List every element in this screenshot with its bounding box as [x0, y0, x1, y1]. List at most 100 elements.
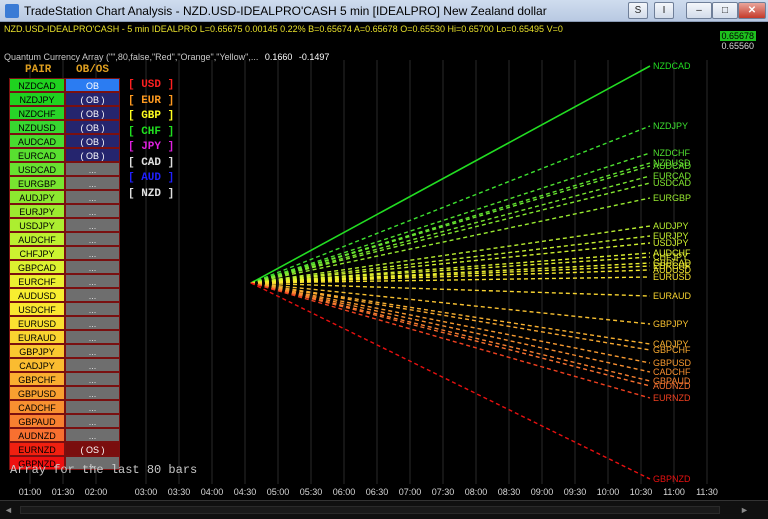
obos-cell: ...: [65, 246, 120, 260]
obos-cell: ...: [65, 428, 120, 442]
minimize-button[interactable]: –: [686, 2, 712, 19]
time-tick-label: 04:30: [233, 487, 257, 497]
table-row: GBPJPY...: [9, 344, 120, 358]
time-tick-label: 05:30: [299, 487, 323, 497]
obos-cell: ...: [65, 162, 120, 176]
obos-cell: ( OB ): [65, 92, 120, 106]
price-scale-label: 0.65560: [720, 41, 756, 51]
time-tick-label: 07:00: [398, 487, 422, 497]
pair-cell: CHFJPY: [9, 246, 65, 260]
scroll-left-button[interactable]: ◄: [4, 505, 14, 515]
time-tick-label: 09:30: [563, 487, 587, 497]
table-row: EURGBP...: [9, 176, 120, 190]
time-tick-label: 04:00: [200, 487, 224, 497]
table-row: AUDCAD( OB ): [9, 134, 120, 148]
series-label: NZDCHF: [653, 148, 690, 158]
series-label: GBPNZD: [653, 474, 691, 484]
obos-cell: ...: [65, 330, 120, 344]
time-tick-label: 08:30: [497, 487, 521, 497]
window-title: TradeStation Chart Analysis - NZD.USD-ID…: [24, 4, 547, 18]
series-label: GBPCHF: [653, 345, 691, 355]
time-tick-label: 06:30: [365, 487, 389, 497]
pair-cell: EURCHF: [9, 274, 65, 288]
time-tick-label: 05:00: [266, 487, 290, 497]
study-value-1: 0.1660: [264, 52, 293, 62]
table-row: AUDUSD...: [9, 288, 120, 302]
table-row: EURJPY...: [9, 204, 120, 218]
pair-cell: AUDNZD: [9, 428, 65, 442]
table-row: NZDUSD( OB ): [9, 120, 120, 134]
close-button[interactable]: ✕: [738, 2, 766, 19]
currency-label: [ EUR ]: [128, 94, 175, 107]
time-tick-label: 11:00: [663, 487, 685, 497]
pair-cell: USDCAD: [9, 162, 65, 176]
obos-cell: ...: [65, 386, 120, 400]
pair-cell: AUDJPY: [9, 190, 65, 204]
pair-cell: USDCHF: [9, 302, 65, 316]
table-row: USDCAD...: [9, 162, 120, 176]
obos-cell: ...: [65, 260, 120, 274]
obos-cell: OB: [65, 78, 120, 92]
table-row: CHFJPY...: [9, 246, 120, 260]
pair-cell: GBPJPY: [9, 344, 65, 358]
pair-cell: GBPCHF: [9, 372, 65, 386]
pair-cell: NZDJPY: [9, 92, 65, 106]
table-row: CADCHF...: [9, 400, 120, 414]
series-label: AUDJPY: [653, 221, 689, 231]
s-button[interactable]: S: [628, 2, 648, 19]
time-tick-label: 03:00: [134, 487, 158, 497]
pair-cell: EURJPY: [9, 204, 65, 218]
scroll-thumb[interactable]: [20, 506, 720, 514]
table-row: EURUSD...: [9, 316, 120, 330]
time-tick-label: 10:00: [596, 487, 620, 497]
table-row: NZDCHF( OB ): [9, 106, 120, 120]
time-axis: 01:00 01:30 02:00 03:00 03:30 04:00 04:30 05:00…: [0, 484, 768, 500]
study-name: Quantum Currency Array ("",80,false,"Red…: [4, 52, 259, 62]
obos-cell: ...: [65, 274, 120, 288]
obos-cell: ( OB ): [65, 106, 120, 120]
pair-cell: AUDCHF: [9, 232, 65, 246]
pair-cell: NZDUSD: [9, 120, 65, 134]
obos-cell: ( OB ): [65, 120, 120, 134]
pair-cell: CADJPY: [9, 358, 65, 372]
time-tick-label: 09:00: [530, 487, 554, 497]
time-tick-label: 07:30: [431, 487, 455, 497]
table-row: GBPCAD...: [9, 260, 120, 274]
table-row: EURCHF...: [9, 274, 120, 288]
table-row: EURAUD...: [9, 330, 120, 344]
chart-scrollbar[interactable]: ◄ ►: [0, 500, 768, 519]
currency-label: [ NZD ]: [128, 187, 175, 200]
time-tick-label: 11:30: [696, 487, 718, 497]
pair-cell: EURAUD: [9, 330, 65, 344]
obos-cell: ( OB ): [65, 148, 120, 162]
study-label[interactable]: Quantum Currency Array ("",80,false,"Red…: [4, 52, 329, 62]
obos-cell: ...: [65, 204, 120, 218]
obos-cell: ...: [65, 414, 120, 428]
pair-cell: AUDCAD: [9, 134, 65, 148]
pair-cell: NZDCAD: [9, 78, 65, 92]
obos-cell: ...: [65, 302, 120, 316]
series-label: EURAUD: [653, 291, 692, 301]
scroll-right-button[interactable]: ►: [740, 505, 750, 515]
obos-cell: ...: [65, 176, 120, 190]
table-row: NZDJPY( OB ): [9, 92, 120, 106]
table-row: EURCAD( OB ): [9, 148, 120, 162]
table-row: GBPCHF...: [9, 372, 120, 386]
currency-label: [ AUD ]: [128, 172, 175, 184]
table-row: AUDNZD...: [9, 428, 120, 442]
table-row: NZDCAD OB: [9, 78, 120, 92]
pair-cell: CADCHF: [9, 400, 65, 414]
series-label: NZDJPY: [653, 121, 688, 131]
obos-cell: ( OS ): [65, 442, 120, 456]
study-value-2: -0.1497: [298, 52, 330, 62]
i-button[interactable]: I: [654, 2, 674, 19]
pair-cell: EURGBP: [9, 176, 65, 190]
series-label: EURNZD: [653, 393, 691, 403]
time-tick-label: 03:30: [167, 487, 191, 497]
series-label: USDJPY: [653, 238, 689, 248]
table-row: GBPUSD...: [9, 386, 120, 400]
obos-cell: ( OB ): [65, 134, 120, 148]
maximize-button[interactable]: □: [712, 2, 738, 19]
pair-cell: GBPCAD: [9, 260, 65, 274]
obos-cell: ...: [65, 190, 120, 204]
